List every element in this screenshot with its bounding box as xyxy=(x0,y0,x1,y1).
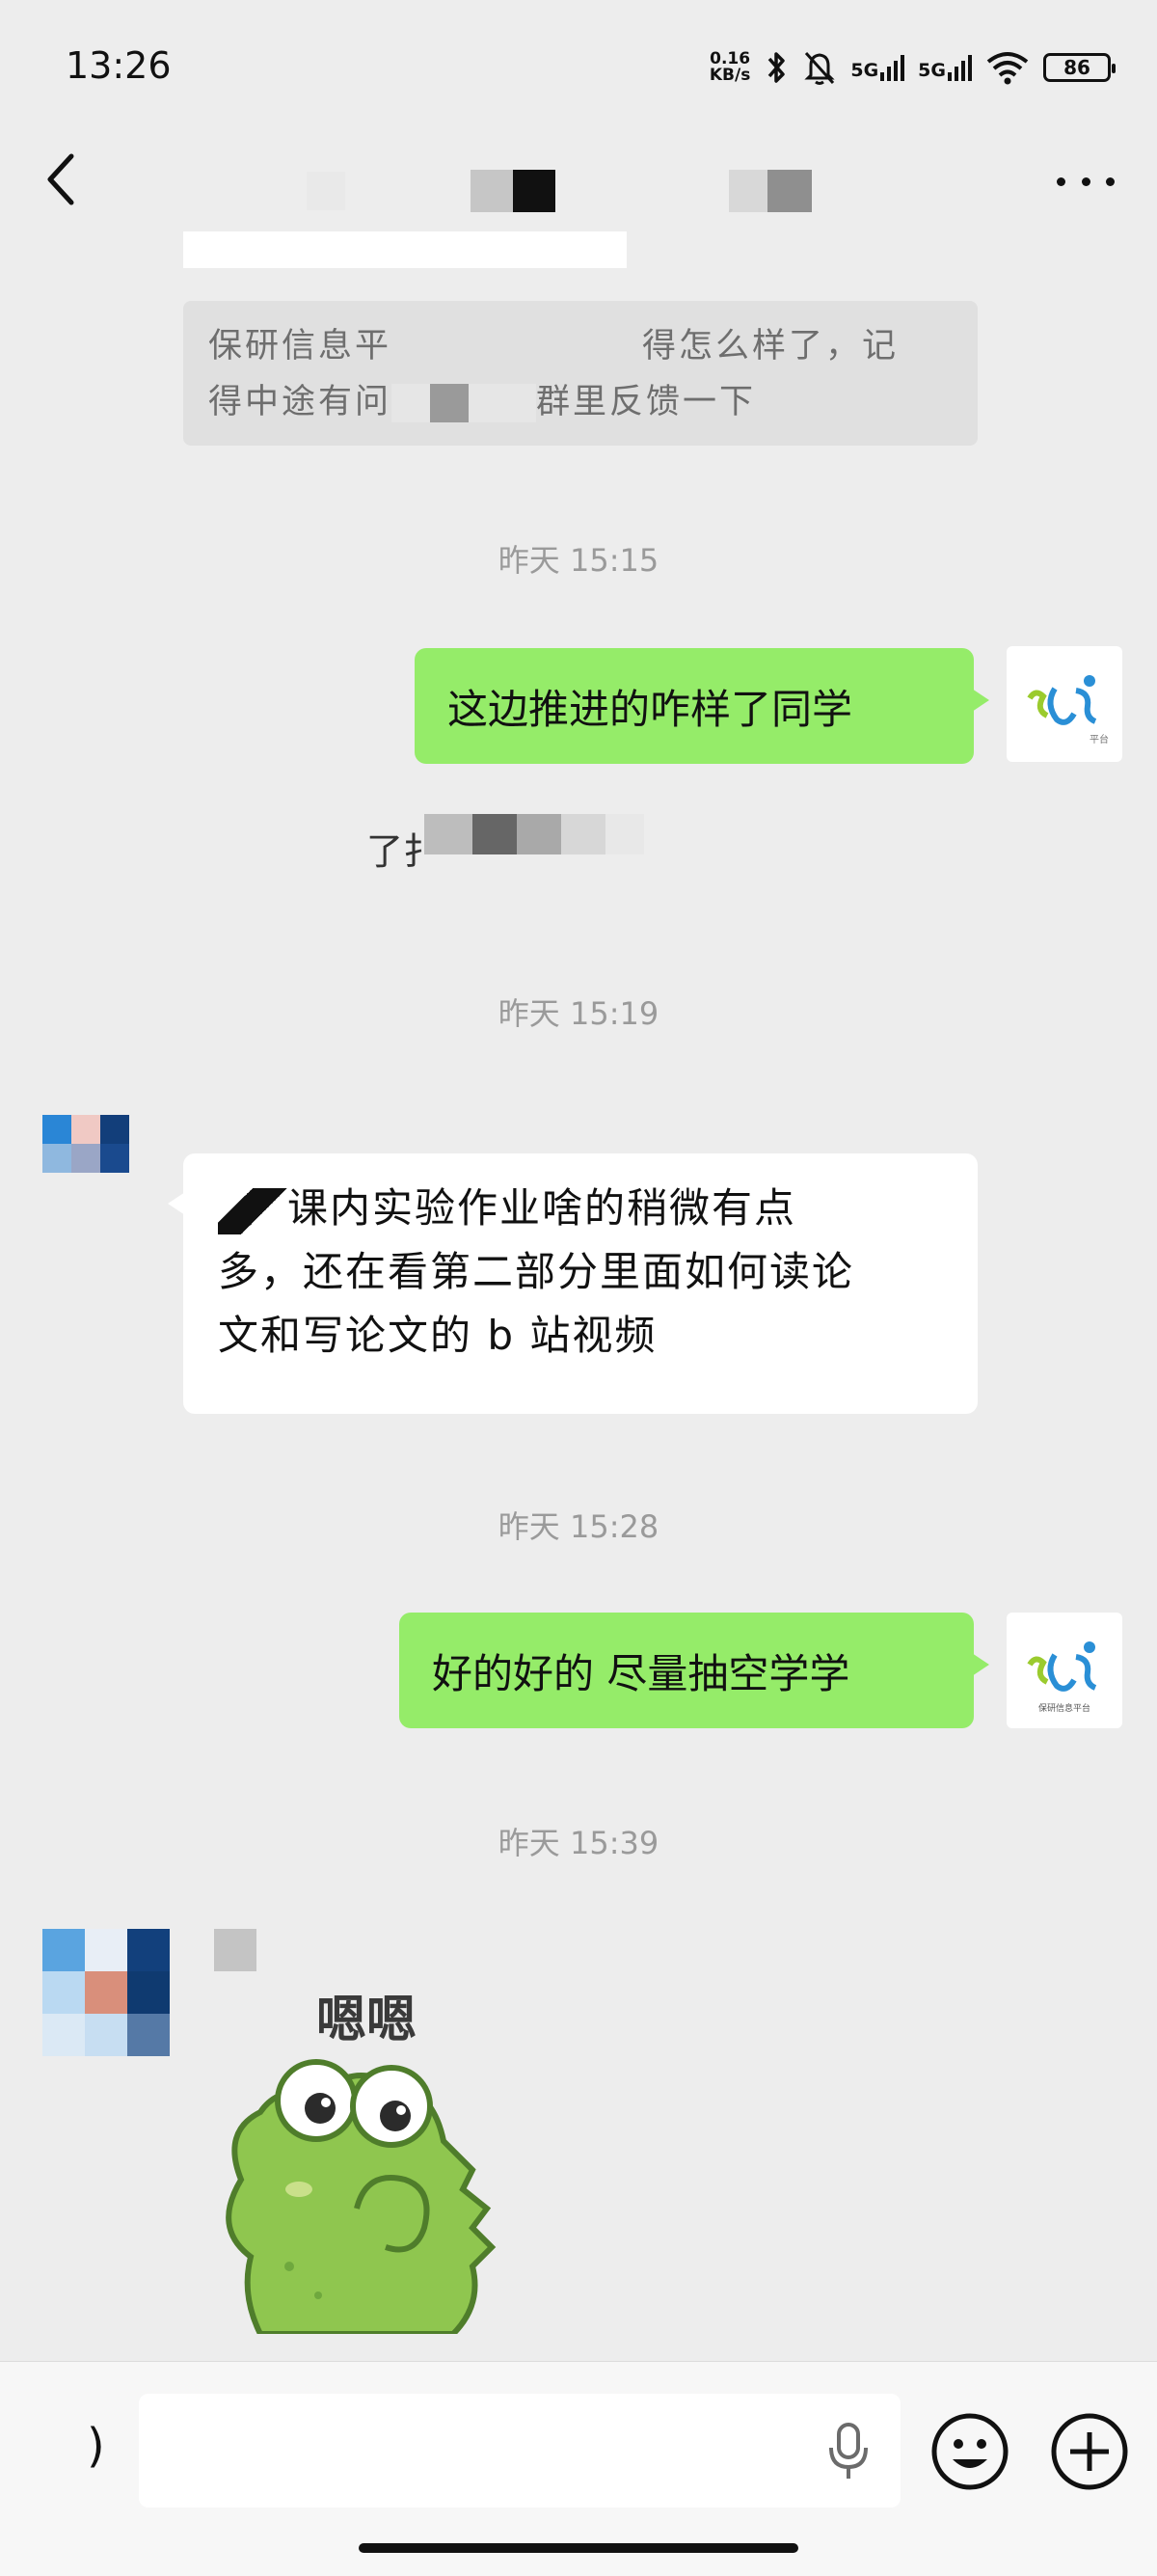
clipped-message-redacted xyxy=(183,231,627,268)
back-arrow-icon[interactable] xyxy=(42,150,81,208)
sender-name-redacted xyxy=(214,1929,256,1971)
battery-indicator: 86 xyxy=(1043,53,1116,82)
signal-2: 5G xyxy=(918,54,972,81)
logo-icon: 保研信息平台 xyxy=(1027,1641,1097,1714)
bell-muted-icon xyxy=(804,51,835,85)
chat-title-redacted xyxy=(307,170,866,212)
bluetooth-icon xyxy=(768,52,786,83)
message-bubble-me[interactable]: 好的好的 尽量抽空学学 xyxy=(399,1613,989,1728)
more-options-button[interactable] xyxy=(1057,162,1115,201)
microphone-icon[interactable] xyxy=(825,2421,872,2482)
signal-1: 5G xyxy=(850,54,905,81)
timestamp: 昨天 15:39 xyxy=(498,1825,659,1861)
wifi-icon xyxy=(986,52,1029,85)
timestamp: 昨天 15:19 xyxy=(498,995,659,1032)
timestamp: 昨天 15:15 xyxy=(498,542,659,579)
emoji-icon[interactable] xyxy=(929,2411,1010,2492)
status-icons: 0.16 KB/s 5G 5G 86 xyxy=(709,48,1116,87)
pixelated-redaction xyxy=(218,1187,287,1234)
message-input[interactable] xyxy=(139,2394,901,2508)
avatar-contact[interactable] xyxy=(42,1115,129,1202)
avatar-contact[interactable] xyxy=(42,1929,170,2056)
network-speed: 0.16 KB/s xyxy=(709,49,751,85)
home-indicator[interactable] xyxy=(359,2543,798,2553)
logo-icon: 平台 xyxy=(1027,675,1109,746)
plus-icon[interactable] xyxy=(1049,2411,1130,2492)
svg-text:嗯嗯: 嗯嗯 xyxy=(316,1992,417,2049)
pixelated-redaction xyxy=(424,814,644,854)
status-time: 13:26 xyxy=(66,44,172,87)
svg-text:保研信息平台: 保研信息平台 xyxy=(1038,1702,1090,1714)
frog-sticker[interactable]: 嗯嗯 xyxy=(202,1987,530,2334)
svg-text:平台: 平台 xyxy=(1090,733,1109,746)
voice-toggle-partial[interactable]: ) xyxy=(87,2419,105,2473)
avatar-me[interactable]: 平台 xyxy=(1007,646,1122,762)
message-bubble-me[interactable]: 这边推进的咋样了同学 xyxy=(415,648,989,764)
avatar-me[interactable]: 保研信息平台 xyxy=(1007,1613,1122,1728)
timestamp: 昨天 15:28 xyxy=(498,1508,659,1545)
quoted-message: 保研信息平 得怎么样了，记 得中途有问 群里反馈一下 xyxy=(183,301,978,446)
message-bubble-contact[interactable]: 课内实验作业啥的稍微有点 多，还在看第二部分里面如何读论 文和写论文的 b 站视… xyxy=(168,1153,978,1414)
